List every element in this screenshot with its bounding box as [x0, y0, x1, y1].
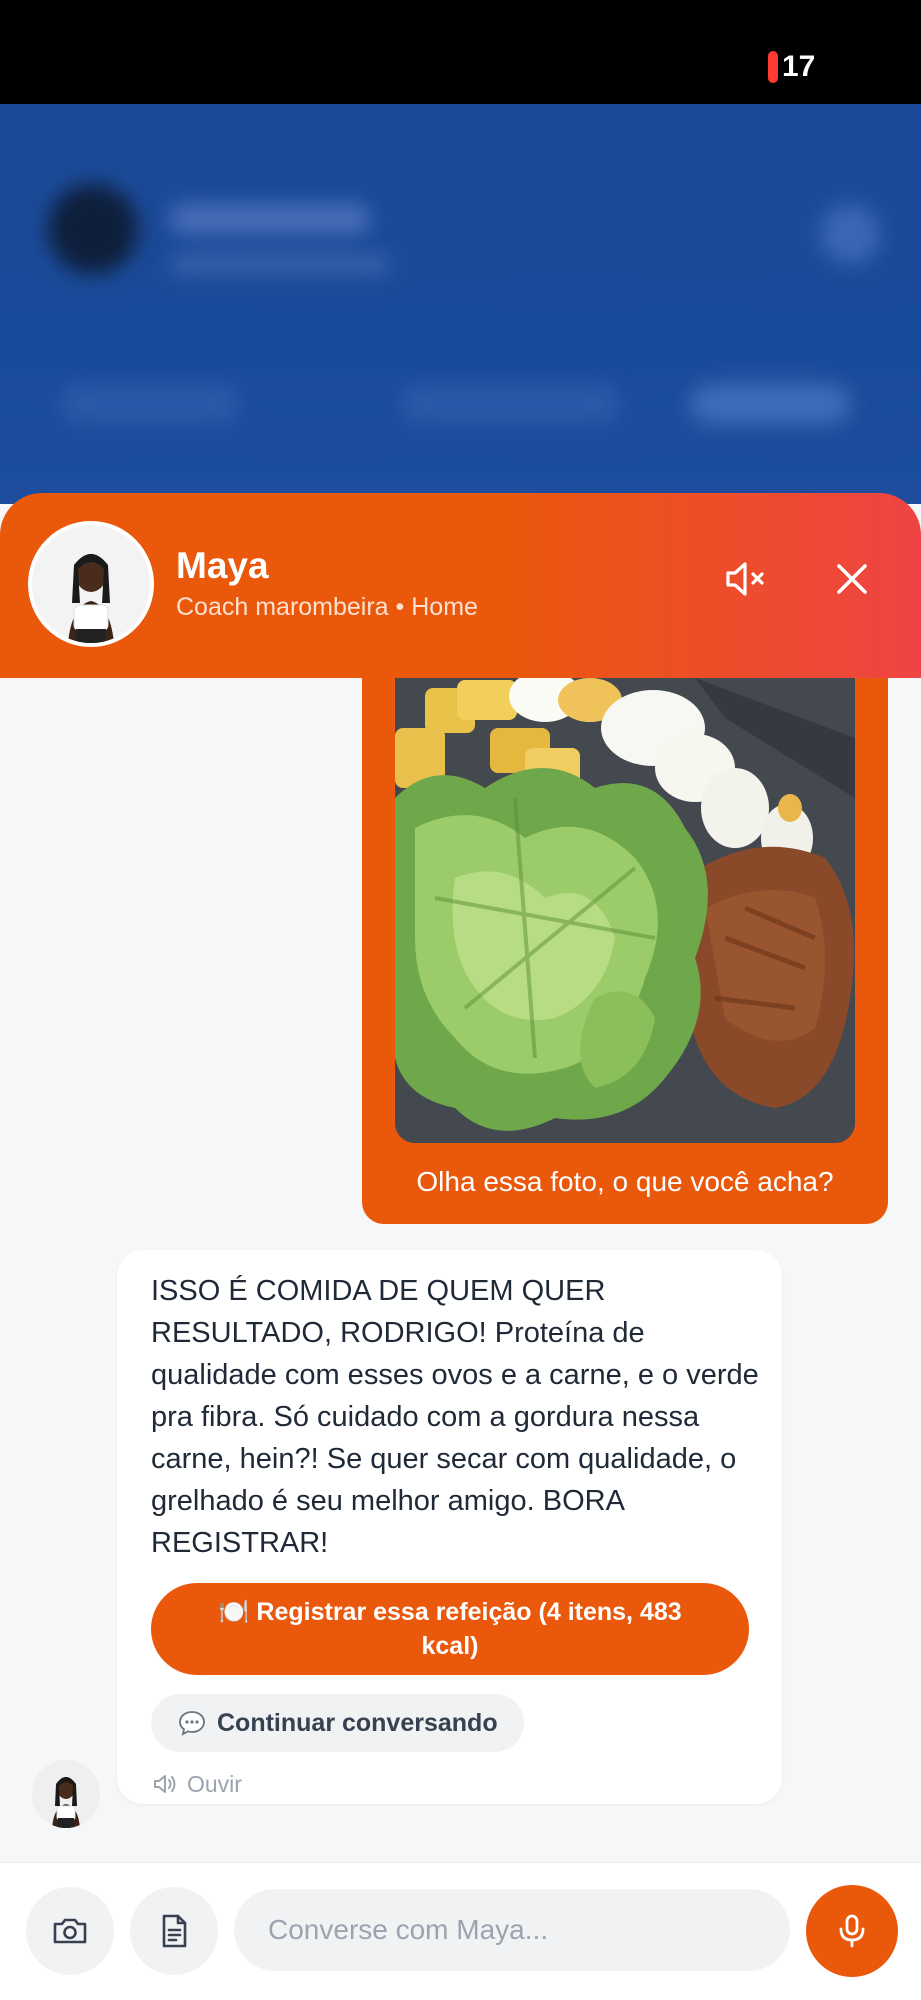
document-button[interactable] — [130, 1887, 218, 1975]
bot-message-bubble: ISSO É COMIDA DE QUEM QUER RESULTADO, RO… — [117, 1250, 782, 1804]
close-icon — [837, 564, 867, 594]
coach-name: Maya — [176, 545, 269, 586]
register-meal-label: 🍽️ Registrar essa refeição (4 itens, 483… — [218, 1598, 682, 1660]
chat-header: Maya Coach marombeira • Home — [0, 493, 921, 678]
battery-icon — [768, 51, 778, 83]
mute-icon — [726, 562, 764, 596]
chat-bubble-icon — [179, 1711, 205, 1736]
background-app-blurred — [0, 104, 921, 504]
coach-avatar — [28, 521, 154, 647]
mic-icon — [839, 1914, 865, 1948]
battery-indicator: 17 — [768, 50, 815, 84]
close-button[interactable] — [826, 553, 878, 605]
continue-chat-label: Continuar conversando — [217, 1708, 498, 1737]
speaker-icon — [154, 1775, 176, 1793]
message-input[interactable] — [234, 1889, 790, 1971]
document-icon — [162, 1914, 187, 1948]
coach-subtitle: Coach marombeira • Home — [176, 593, 478, 621]
camera-icon — [53, 1918, 87, 1944]
food-photo[interactable] — [395, 678, 855, 1143]
bot-message-text: ISSO É COMIDA DE QUEM QUER RESULTADO, RO… — [151, 1275, 759, 1559]
continue-chat-button[interactable]: Continuar conversando — [151, 1694, 524, 1752]
bot-avatar — [32, 1760, 100, 1828]
input-bar — [0, 1862, 921, 2000]
user-message-text: Olha essa foto, o que você acha? — [416, 1166, 834, 1197]
listen-label: Ouvir — [187, 1770, 242, 1797]
message-list[interactable]: Olha essa foto, o que você acha? ISSO É … — [0, 678, 921, 1862]
register-meal-button[interactable]: 🍽️ Registrar essa refeição (4 itens, 483… — [151, 1583, 749, 1675]
camera-button[interactable] — [26, 1887, 114, 1975]
user-message-bubble: Olha essa foto, o que você acha? — [362, 678, 888, 1224]
listen-button[interactable]: Ouvir — [151, 1770, 242, 1798]
status-bar: 17 — [0, 0, 921, 104]
battery-level: 17 — [782, 50, 816, 83]
mute-button[interactable] — [720, 553, 772, 605]
mic-button[interactable] — [806, 1885, 898, 1977]
